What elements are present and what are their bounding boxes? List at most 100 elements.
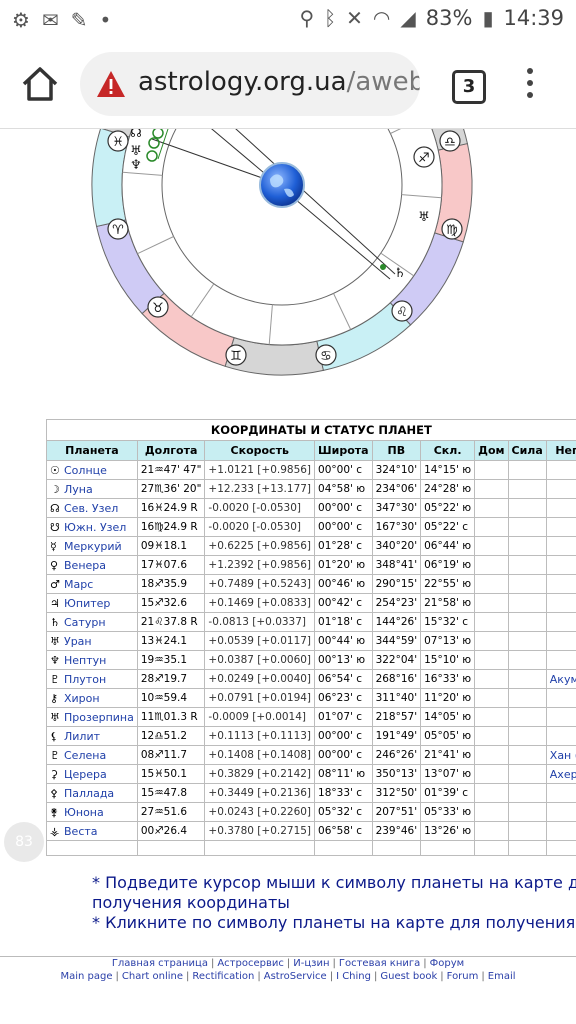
planet-name-cell[interactable]: ♅ Прозерпина — [46, 707, 138, 727]
planet-name-cell[interactable]: ♅ Уран — [46, 631, 138, 651]
planet-glyph-icon: ♆ — [130, 158, 142, 173]
planet-name-cell[interactable]: ⚳ Церера — [46, 764, 138, 784]
latitude-cell: 00°42' с — [314, 593, 373, 613]
planet-name-cell[interactable]: ☽ Луна — [46, 479, 138, 499]
empty-cell — [314, 840, 373, 856]
column-header: ПВ — [371, 440, 422, 461]
planet-name-cell[interactable]: ☿ Меркурий — [46, 536, 138, 556]
planet-name-cell[interactable]: ♇ Селена — [46, 745, 138, 765]
declination-cell: 05°05' ю — [420, 726, 476, 746]
planet-name: Церера — [64, 767, 107, 781]
latitude-cell: 05°32' с — [314, 802, 373, 822]
speed-cell: +0.1469 [+0.0833] — [204, 593, 316, 613]
right-ascension-cell: 191°49' — [371, 726, 422, 746]
planet-name: Плутон — [64, 672, 107, 686]
planet-glyph-icon: ♅ — [418, 210, 430, 225]
strength-cell — [507, 650, 547, 670]
planet-name-cell[interactable]: ♆ Нептун — [46, 650, 138, 670]
note-cell — [545, 517, 576, 537]
empty-cell — [545, 840, 576, 856]
planet-name-cell[interactable]: ⚶ Веста — [46, 821, 138, 841]
planet-glyph-icon: ♅ — [130, 144, 142, 159]
hint-line-2: получения координаты — [92, 893, 290, 912]
longitude-cell: 17♓07.6 — [136, 555, 206, 575]
house-cell — [474, 688, 509, 708]
right-ascension-cell: 239°46' — [371, 821, 422, 841]
declination-cell: 22°55' ю — [420, 574, 476, 594]
longitude-cell: 09♓18.1 — [136, 536, 206, 556]
dot-icon: • — [99, 8, 112, 32]
strength-cell — [507, 479, 547, 499]
zodiac-glyph-icon: ♓ — [112, 135, 124, 150]
latitude-cell: 00°44' ю — [314, 631, 373, 651]
footer-link[interactable]: Guest book — [377, 971, 440, 982]
strength-cell — [507, 707, 547, 727]
footer-link[interactable]: Rectification — [189, 971, 257, 982]
speed-cell: -0.0020 [-0.0530] — [204, 498, 316, 518]
strength-cell — [507, 745, 547, 765]
address-bar[interactable]: astrology.org.ua/aweb.h — [80, 52, 420, 116]
planet-name-cell[interactable]: ♇ Плутон — [46, 669, 138, 689]
right-ascension-cell: 322°04' — [371, 650, 422, 670]
footer-link[interactable]: I Ching — [333, 971, 374, 982]
footer-link[interactable]: Forum — [444, 971, 482, 982]
planet-name-cell[interactable]: ⚴ Паллада — [46, 783, 138, 803]
longitude-cell: 27♒51.6 — [136, 802, 206, 822]
right-ascension-cell: 344°59' — [371, 631, 422, 651]
strength-cell — [507, 574, 547, 594]
strength-cell — [507, 536, 547, 556]
planet-table-container: КООРДИНАТЫ И СТАТУС ПЛАНЕТ Планета Долгот… — [46, 419, 576, 856]
planet-name-cell[interactable]: ⚷ Хирон — [46, 688, 138, 708]
overflow-menu-button[interactable] — [520, 64, 540, 104]
speed-cell: +0.0791 [+0.0194] — [204, 688, 316, 708]
footer-link[interactable]: Гостевая книга — [336, 958, 423, 969]
table-row: ⚴ Паллада 15♒47.8 +0.3449 [+0.2136] 18°33' с… — [46, 783, 576, 803]
planet-name-cell[interactable]: ☉ Солнце — [46, 460, 138, 480]
footer-link[interactable]: И-цзин — [290, 958, 332, 969]
floating-counter-bubble[interactable]: 83 — [4, 822, 44, 862]
footer-link[interactable]: Chart online — [119, 971, 186, 982]
battery-icon: ▮ — [482, 6, 494, 30]
planet-name-cell[interactable]: ⚵ Юнона — [46, 802, 138, 822]
table-row: ☉ Солнце 21♒47' 47" +1.0121 [+0.9856] 00°00'… — [46, 460, 576, 480]
note-cell — [545, 802, 576, 822]
house-cell — [474, 745, 509, 765]
planet-name-cell[interactable]: ♀ Венера — [46, 555, 138, 575]
planet-name-cell[interactable]: ☋ Южн. Узел — [46, 517, 138, 537]
planet-name-cell[interactable]: ♃ Юпитер — [46, 593, 138, 613]
speed-cell: -0.0009 [+0.0014] — [204, 707, 316, 727]
planet-name-cell[interactable]: ☊ Сев. Узел — [46, 498, 138, 518]
speed-cell: +1.2392 [+0.9856] — [204, 555, 316, 575]
status-bar: ⚙ ✉ ✎ • ⚲ ᛒ ✕ ◠ ◢ 83% ▮ 14:39 — [0, 0, 576, 40]
note-cell: Акумен — [545, 669, 576, 689]
footer-link[interactable]: Email — [485, 971, 519, 982]
table-row: ♅ Прозерпина 11♏01.3 R -0.0009 [+0.0014] 01°… — [46, 707, 576, 727]
tab-switcher-button[interactable]: 3 — [452, 70, 486, 104]
footer-link[interactable]: AstroService — [261, 971, 330, 982]
planet-glyph-icon: ♀ — [50, 558, 59, 572]
strength-cell — [507, 498, 547, 518]
planet-glyph-icon: ☊ — [130, 129, 142, 141]
planet-glyph-icon: ☋ — [50, 520, 60, 534]
mute-icon: ✕ — [346, 6, 363, 30]
longitude-cell: 15♐32.6 — [136, 593, 206, 613]
table-row: ♂ Марс 18♐35.9 +0.7489 [+0.5243] 00°46' ю 290… — [46, 574, 576, 594]
footer-link[interactable]: Главная страница — [109, 958, 211, 969]
latitude-cell: 18°33' с — [314, 783, 373, 803]
planet-name: Уран — [64, 634, 92, 648]
planet-name: Веста — [64, 824, 98, 838]
planet-name-cell[interactable]: ♄ Сатурн — [46, 612, 138, 632]
planet-name: Селена — [64, 748, 107, 762]
footer-link[interactable]: Астросервис — [214, 958, 287, 969]
zodiac-glyph-icon: ♉ — [152, 301, 164, 316]
settings-notification-icon: ⚙ — [12, 8, 30, 32]
clock: 14:39 — [503, 6, 564, 30]
latitude-cell: 00°00' с — [314, 498, 373, 518]
footer-link[interactable]: Форум — [427, 958, 468, 969]
speed-cell: -0.0813 [+0.0337] — [204, 612, 316, 632]
footer-link[interactable]: Main page — [57, 971, 115, 982]
home-button[interactable] — [18, 62, 62, 106]
planet-name-cell[interactable]: ⚸ Лилит — [46, 726, 138, 746]
table-row: ♆ Нептун 19♒35.1 +0.0387 [+0.0060] 00°13' ю3… — [46, 650, 576, 670]
planet-name-cell[interactable]: ♂ Марс — [46, 574, 138, 594]
